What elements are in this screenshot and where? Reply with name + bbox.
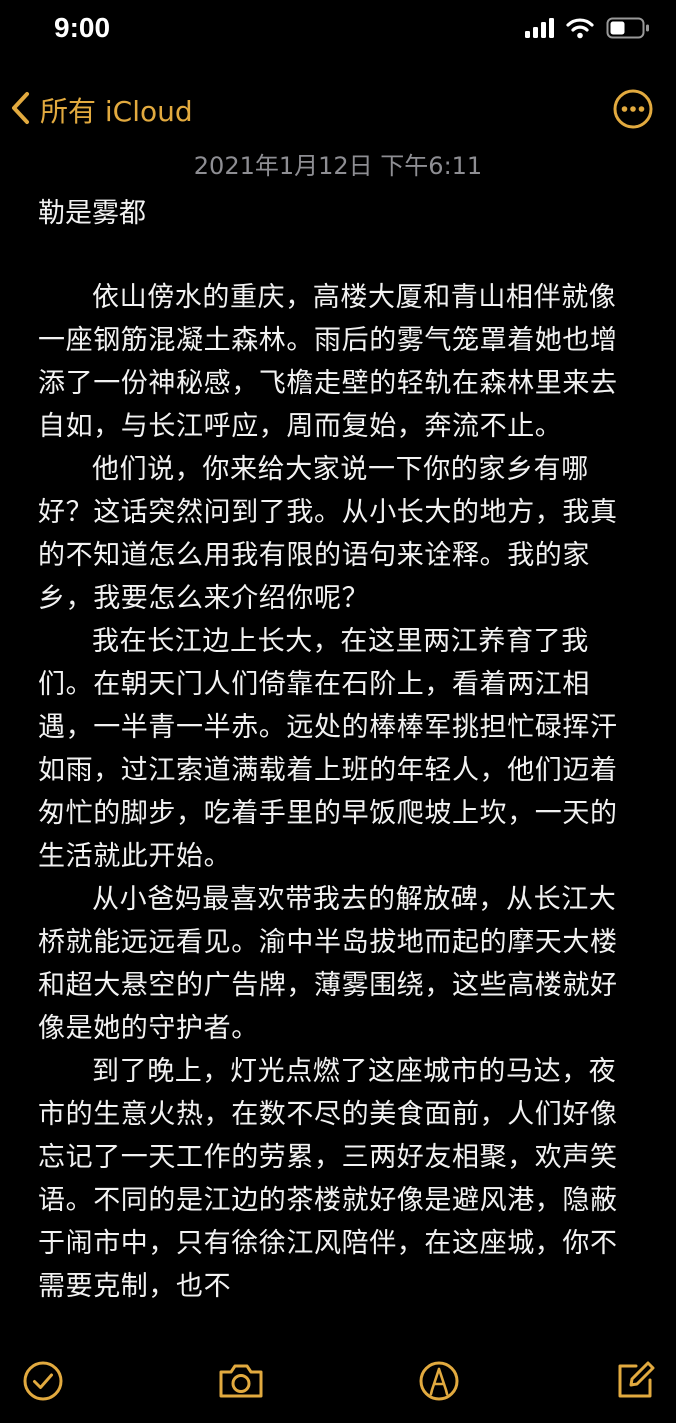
note-body[interactable]: 依山傍水的重庆，高楼大厦和青山相伴就像一座钢筋混凝土森林。雨后的雾气笼罩着她也增… — [38, 276, 624, 1332]
checklist-button[interactable] — [20, 1358, 66, 1404]
camera-button[interactable] — [216, 1358, 266, 1404]
bottom-toolbar — [0, 1350, 676, 1410]
more-button[interactable] — [612, 88, 654, 130]
battery-icon — [606, 17, 650, 43]
note-title[interactable]: 勒是雾都 — [38, 193, 146, 235]
note-date: 2021年1月12日 下午6:11 — [193, 152, 483, 180]
back-button[interactable]: 所有 iCloud — [8, 86, 193, 134]
markup-button[interactable] — [416, 1358, 462, 1404]
chevron-left-icon — [8, 90, 32, 130]
markup-pen-icon — [416, 1358, 462, 1404]
status-icons — [524, 16, 650, 44]
nav-bar: 所有 iCloud — [0, 80, 676, 140]
home-indicator-area — [0, 1408, 676, 1423]
compose-icon — [612, 1358, 658, 1404]
compose-button[interactable] — [612, 1358, 658, 1404]
cellular-signal-icon — [524, 17, 554, 43]
note-paragraph: 到了晚上，灯光点燃了这座城市的马达，夜市的生意火热，在数不尽的美食面前，人们好像… — [38, 1056, 618, 1302]
note-paragraph: 我在长江边上长大，在这里两江养育了我们。在朝天门人们倚靠在石阶上，看着两江相遇，… — [38, 626, 618, 872]
camera-icon — [216, 1358, 266, 1404]
note-paragraph: 从小爸妈最喜欢带我去的解放碑，从长江大桥就能远远看见。渝中半岛拔地而起的摩天大楼… — [38, 884, 618, 1044]
status-bar: 9:00 — [0, 0, 676, 60]
status-time: 9:00 — [54, 12, 111, 43]
back-label: 所有 iCloud — [40, 95, 193, 128]
wifi-icon — [566, 17, 594, 43]
ellipsis-circle-icon — [612, 89, 654, 134]
note-paragraph: 依山傍水的重庆，高楼大厦和青山相伴就像一座钢筋混凝土森林。雨后的雾气笼罩着她也增… — [38, 282, 618, 442]
note-paragraph: 他们说，你来给大家说一下你的家乡有哪好？这话突然问到了我。从小长大的地方，我真的… — [38, 454, 618, 614]
checklist-icon — [20, 1358, 66, 1404]
